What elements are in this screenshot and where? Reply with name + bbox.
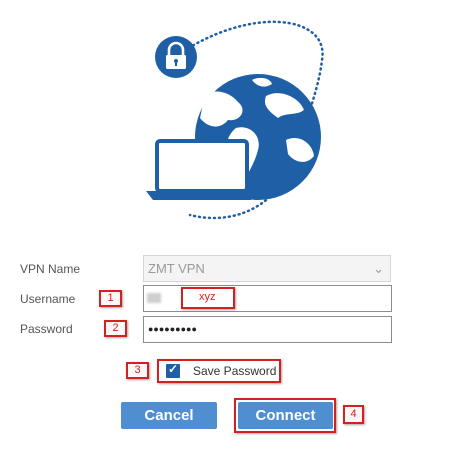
annotation-1: 1 (99, 290, 122, 307)
save-password-label: Save Password (193, 364, 277, 378)
save-password-checkbox[interactable]: ✓ (166, 362, 180, 378)
password-value: ●●●●●●●●● (148, 324, 197, 334)
password-input[interactable]: ●●●●●●●●● (143, 316, 392, 343)
vpn-name-value: ZMT VPN (148, 261, 205, 276)
vpn-name-select[interactable]: ZMT VPN ⌄ (143, 255, 391, 282)
vpn-hero-illustration (146, 20, 324, 220)
username-value: xyz (199, 291, 216, 303)
cancel-button[interactable]: Cancel (121, 402, 217, 429)
redacted-username-prefix (147, 293, 161, 303)
username-label: Username (20, 292, 76, 306)
chevron-down-icon: ⌄ (373, 261, 384, 276)
annotation-4: 4 (343, 405, 364, 424)
laptop-icon (146, 139, 258, 200)
connect-button[interactable]: Connect (238, 402, 333, 429)
vpn-name-label: VPN Name (20, 262, 81, 276)
annotation-3: 3 (126, 362, 149, 379)
annotation-2: 2 (104, 320, 127, 337)
password-label: Password (20, 322, 73, 336)
checkmark-icon: ✓ (167, 362, 179, 376)
lock-icon (155, 36, 197, 78)
